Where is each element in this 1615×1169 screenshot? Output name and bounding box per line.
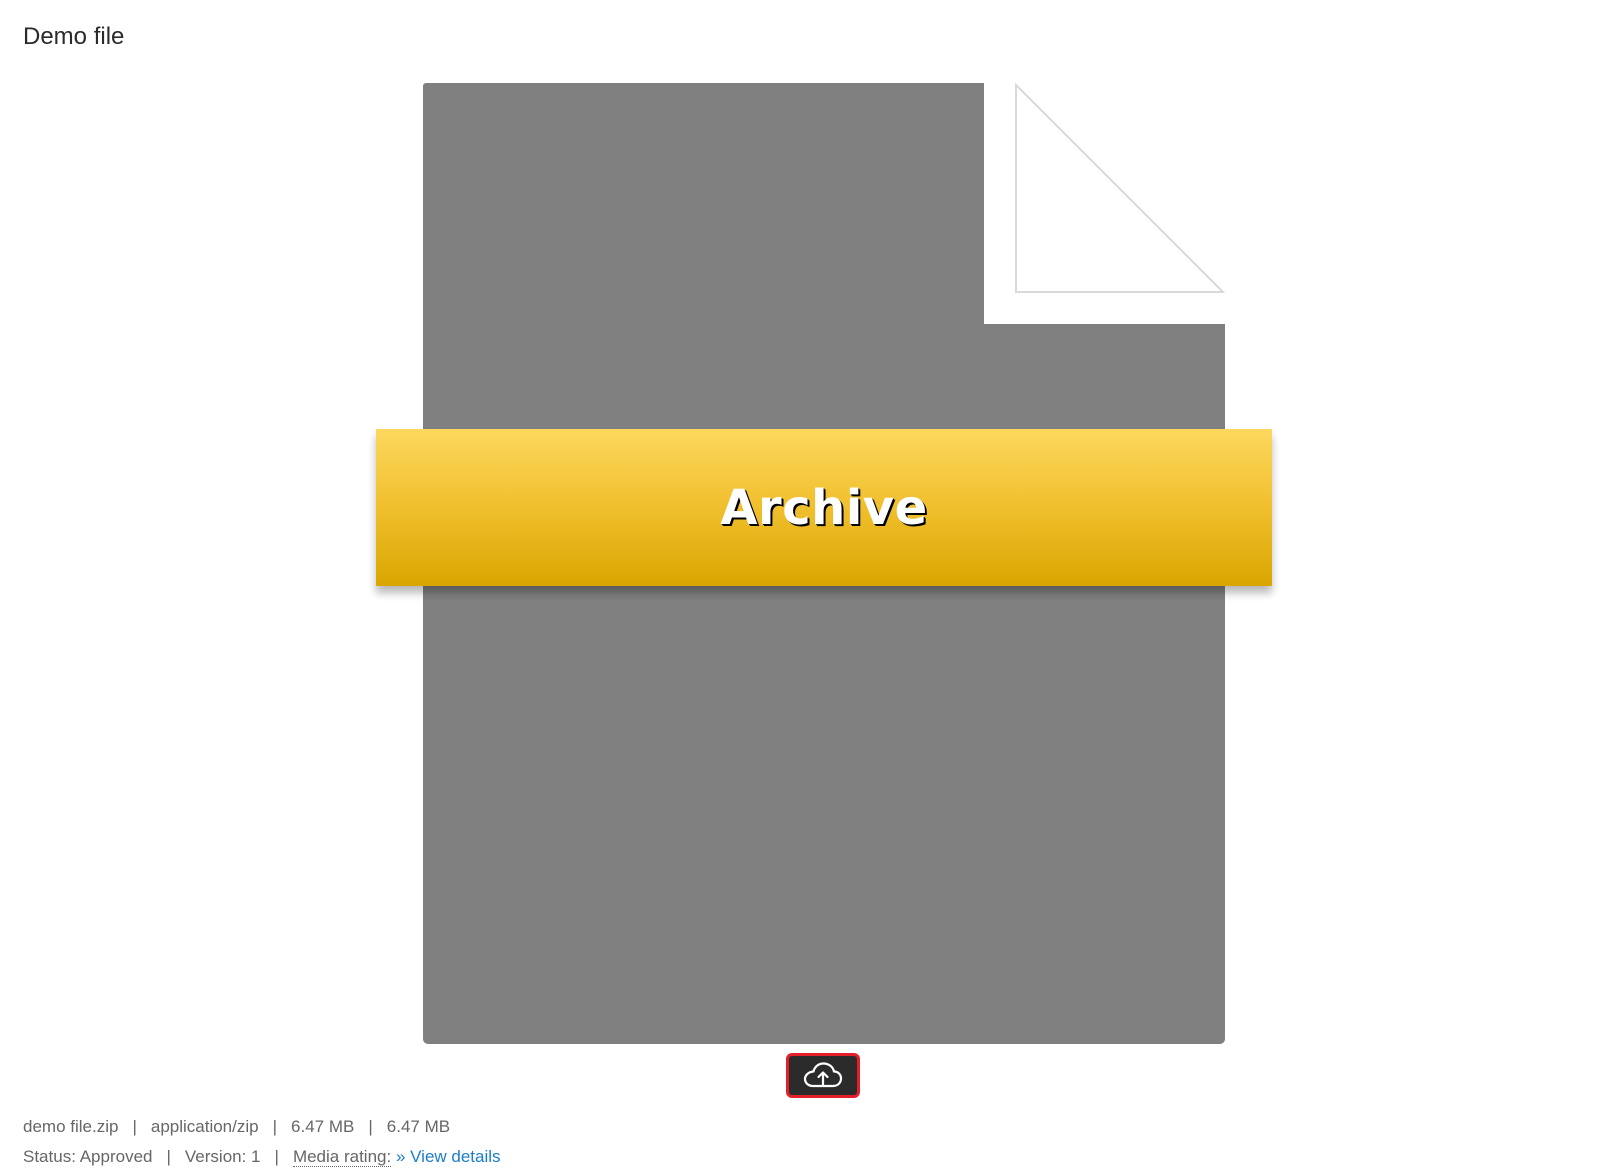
version-text: Version: 1 bbox=[184, 1147, 261, 1166]
file-type-label: Archive bbox=[720, 479, 928, 536]
media-rating-label[interactable]: Media rating: bbox=[292, 1147, 392, 1167]
file-preview: Archive bbox=[0, 0, 1615, 1169]
file-icon-body-top bbox=[423, 83, 984, 433]
view-details-link[interactable]: » View details bbox=[396, 1147, 501, 1166]
separator: | bbox=[166, 1147, 171, 1166]
separator: | bbox=[272, 1117, 278, 1136]
file-size-secondary: 6.47 MB bbox=[386, 1117, 451, 1136]
file-size: 6.47 MB bbox=[291, 1117, 355, 1136]
file-icon-body-bottom bbox=[423, 586, 1225, 1044]
cloud-upload-icon bbox=[803, 1061, 843, 1087]
status-info-line: Status: Approved | Version: 1 | Media rating… bbox=[23, 1146, 501, 1168]
file-info-line: demo file.zip | application/zip | 6.47 MB | 6.… bbox=[23, 1116, 450, 1138]
mime-type: application/zip bbox=[150, 1117, 259, 1136]
separator: | bbox=[132, 1117, 137, 1136]
status-text: Status: Approved bbox=[23, 1147, 153, 1166]
upload-button-inner bbox=[791, 1058, 855, 1093]
separator: | bbox=[368, 1117, 373, 1136]
separator: | bbox=[274, 1147, 279, 1166]
page-dogear-icon bbox=[984, 82, 1226, 324]
file-name: demo file.zip bbox=[23, 1117, 119, 1136]
file-type-banner: Archive bbox=[376, 429, 1272, 586]
upload-button[interactable] bbox=[786, 1053, 860, 1098]
file-icon-body-right bbox=[984, 324, 1225, 433]
